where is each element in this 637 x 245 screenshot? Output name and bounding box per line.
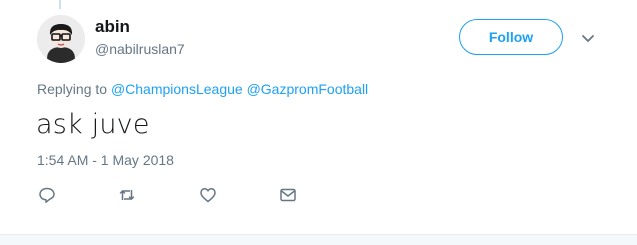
reply-icon[interactable] (38, 186, 56, 204)
avatar[interactable] (37, 15, 85, 63)
mention-link-champions-league[interactable]: @ChampionsLeague (111, 81, 243, 97)
tweet-text: ask juve (36, 109, 150, 140)
footer-divider (0, 234, 637, 245)
replying-prefix: Replying to (37, 81, 108, 97)
chevron-down-icon[interactable] (580, 30, 596, 46)
avatar-illustration (37, 15, 85, 63)
replying-to-line: Replying to @ChampionsLeague @GazpromFoo… (37, 81, 368, 97)
follow-button[interactable]: Follow (459, 19, 563, 55)
retweet-icon[interactable] (118, 186, 136, 204)
timestamp[interactable]: 1:54 AM - 1 May 2018 (37, 152, 174, 168)
mention-link-gazprom-football[interactable]: @GazpromFootball (247, 81, 369, 97)
username[interactable]: @nabilruslan7 (95, 41, 185, 57)
thread-connector-line (59, 0, 61, 9)
direct-message-icon[interactable] (279, 186, 297, 204)
display-name[interactable]: abin (95, 17, 130, 37)
like-icon[interactable] (199, 186, 217, 204)
